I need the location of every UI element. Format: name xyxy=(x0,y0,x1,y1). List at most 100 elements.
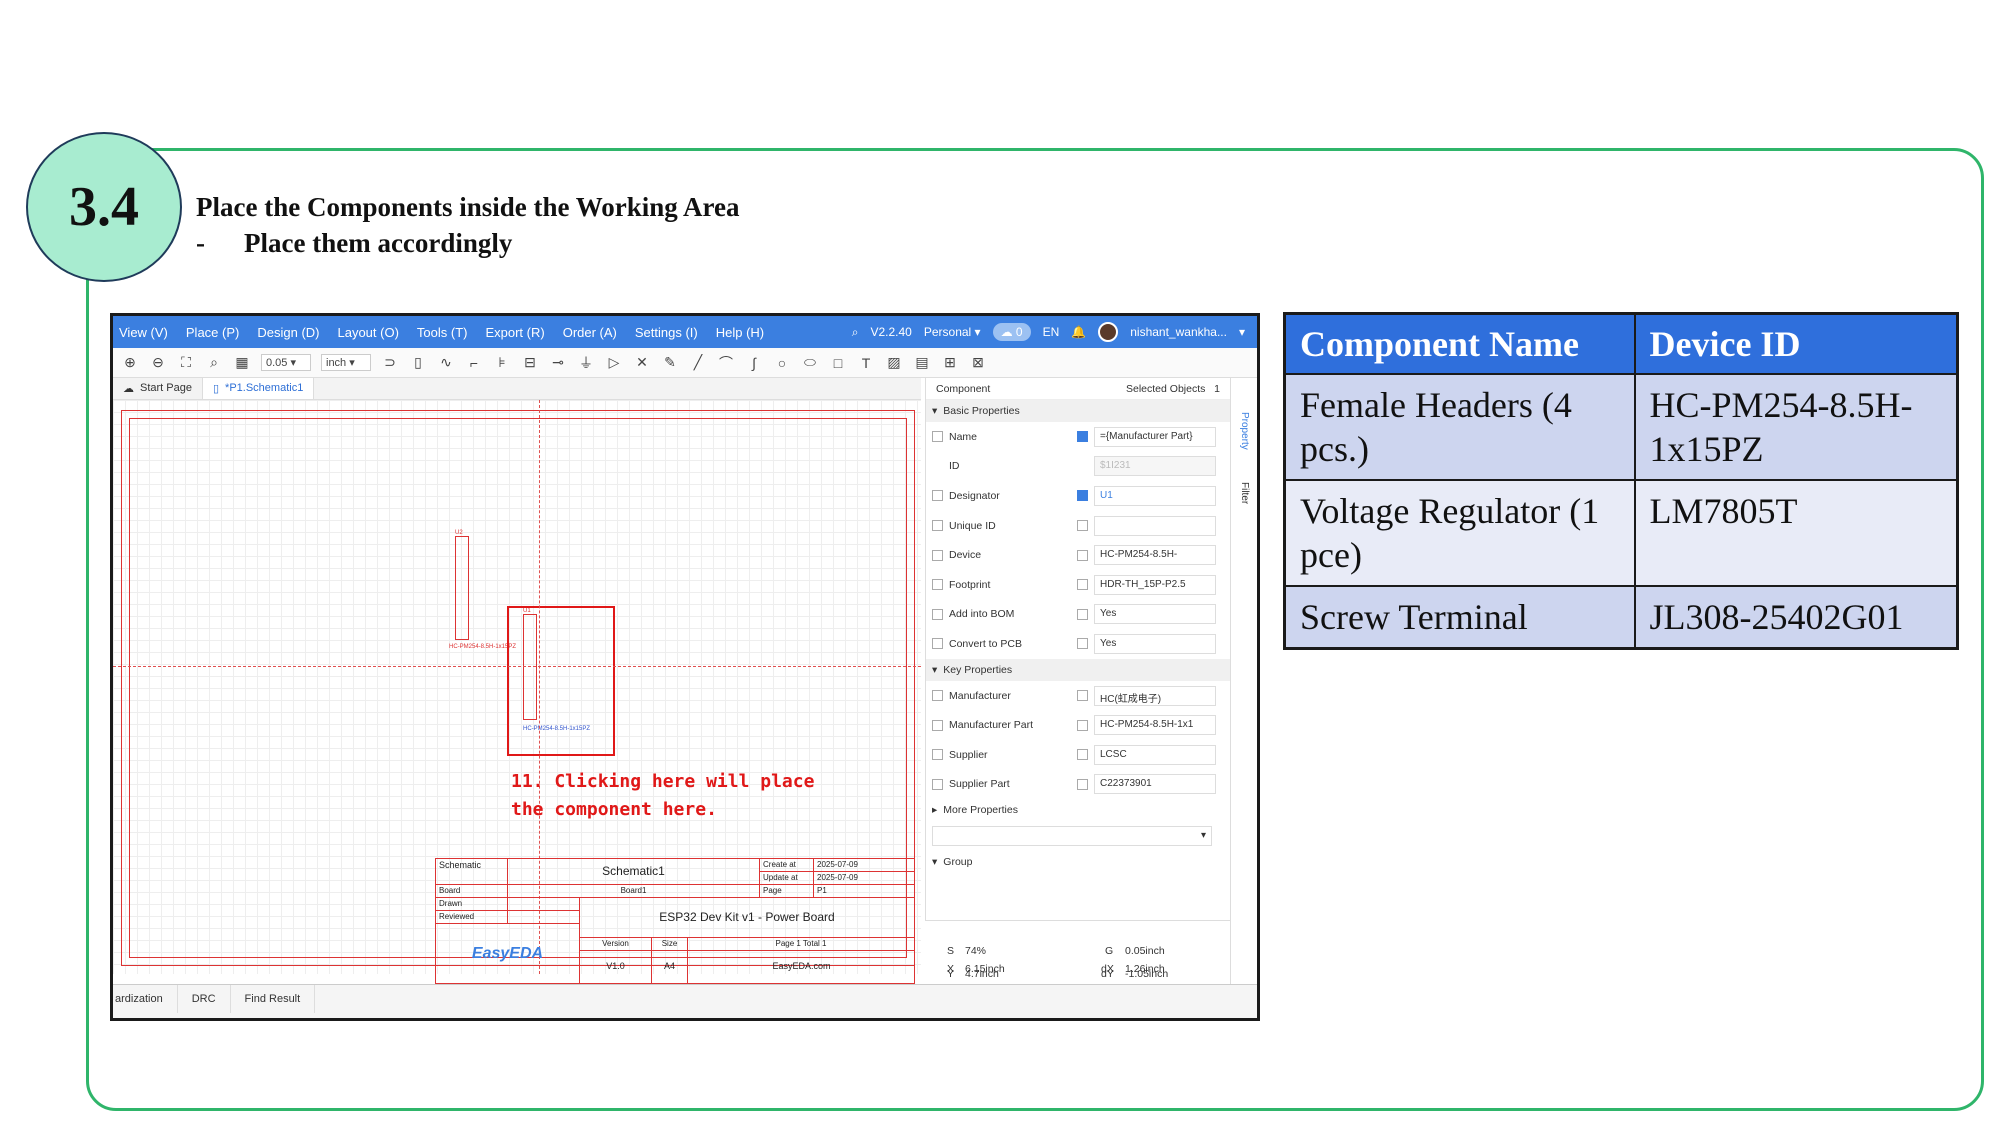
tb-create-label: Create at xyxy=(760,859,814,872)
menu-layout[interactable]: Layout (O) xyxy=(337,325,398,340)
power-icon[interactable]: ⊸ xyxy=(549,354,567,371)
wire-icon[interactable]: ∿ xyxy=(437,354,455,371)
tab-schematic[interactable]: ▯ *P1.Schematic1 xyxy=(202,378,315,399)
grid-size-select[interactable]: 0.05 ▾ xyxy=(261,354,311,371)
show-property-checkbox[interactable] xyxy=(1077,549,1088,561)
arc-icon[interactable]: ⌒ xyxy=(717,353,735,373)
menu-order[interactable]: Order (A) xyxy=(563,325,617,340)
show-property-checkbox[interactable] xyxy=(1077,719,1088,731)
property-value-field[interactable]: Yes xyxy=(1094,633,1216,654)
unit-select[interactable]: inch ▾ xyxy=(321,354,371,371)
chevron-down-icon[interactable]: ▾ xyxy=(1239,325,1245,339)
row-select-checkbox[interactable] xyxy=(932,579,943,591)
show-property-checkbox[interactable] xyxy=(1077,490,1088,502)
probe-icon[interactable]: ✎ xyxy=(661,354,679,371)
tab-standardization[interactable]: ardization xyxy=(113,985,178,1013)
snap-icon[interactable]: ⊃ xyxy=(381,354,399,371)
menu-export[interactable]: Export (R) xyxy=(485,325,544,340)
show-property-checkbox[interactable] xyxy=(1077,579,1088,591)
zoom-in-icon[interactable]: ⊕ xyxy=(121,354,139,371)
row-select-checkbox[interactable] xyxy=(932,520,943,532)
row-select-checkbox[interactable] xyxy=(932,749,943,761)
ellipse-icon[interactable]: ⬭ xyxy=(801,354,819,371)
show-property-checkbox[interactable] xyxy=(1077,778,1088,790)
row-select-checkbox[interactable] xyxy=(932,490,943,502)
avatar[interactable] xyxy=(1098,322,1119,342)
net-label-icon[interactable]: ⊧ xyxy=(493,354,511,371)
zoom-area-icon[interactable]: ⌕ xyxy=(205,354,223,371)
show-property-checkbox[interactable] xyxy=(1077,431,1088,443)
property-value-field[interactable]: HC(虹成电子) xyxy=(1094,685,1216,706)
show-property-checkbox[interactable] xyxy=(1077,690,1088,702)
bezier-icon[interactable]: ∫ xyxy=(745,355,763,371)
more-properties-select[interactable]: ▾ xyxy=(932,825,1212,846)
property-value-field[interactable]: ={Manufacturer Part} xyxy=(1094,426,1216,447)
plan-selector[interactable]: Personal ▾ xyxy=(924,325,981,339)
port-icon[interactable]: ▷ xyxy=(605,354,623,371)
net-port-icon[interactable]: ⊟ xyxy=(521,354,539,371)
property-name: Unique ID xyxy=(949,519,996,532)
placed-header-part[interactable] xyxy=(455,536,469,640)
schematic-canvas[interactable]: U2 HC-PM254-8.5H-1x15PZ U1 HC-PM254-8.5H… xyxy=(113,400,921,984)
bell-icon[interactable]: 🔔 xyxy=(1071,325,1086,339)
cloud-sync-button[interactable]: ☁ 0 xyxy=(992,323,1031,341)
row-select-checkbox[interactable] xyxy=(932,638,943,650)
grid-icon[interactable]: ▦ xyxy=(233,354,251,371)
row-select-checkbox[interactable] xyxy=(932,549,943,561)
more-properties-header[interactable]: ▸ More Properties xyxy=(926,799,1230,822)
tab-drc[interactable]: DRC xyxy=(178,985,231,1013)
bullet-dash: - xyxy=(196,228,205,258)
row-select-checkbox[interactable] xyxy=(932,719,943,731)
ground-icon[interactable]: ⏚ xyxy=(577,353,595,373)
circle-icon[interactable]: ○ xyxy=(773,355,791,371)
search-icon[interactable]: ⌕ xyxy=(852,325,859,340)
property-value-field[interactable]: HDR-TH_15P-P2.5 xyxy=(1094,574,1216,595)
tab-find-result[interactable]: Find Result xyxy=(231,985,316,1013)
property-value-field[interactable]: HC-PM254-8.5H-1x1 xyxy=(1094,715,1216,736)
show-property-checkbox[interactable] xyxy=(1077,520,1088,532)
property-value-field[interactable] xyxy=(1094,515,1216,536)
tab-start-page[interactable]: ☁ Start Page xyxy=(113,378,203,399)
text-icon[interactable]: T xyxy=(857,355,875,371)
fit-view-icon[interactable]: ⛶ xyxy=(177,354,195,371)
side-tab-property[interactable]: Property xyxy=(1239,412,1250,450)
line-icon[interactable]: ╱ xyxy=(689,354,707,371)
row-select-checkbox[interactable] xyxy=(932,431,943,443)
layout-icon[interactable]: ⊠ xyxy=(969,354,987,371)
property-value-field[interactable]: HC-PM254-8.5H- xyxy=(1094,545,1216,566)
table-row: Voltage Regulator (1 pce) LM7805T xyxy=(1283,479,1959,587)
table-icon[interactable]: ▤ xyxy=(913,354,931,371)
rectangle-icon[interactable]: □ xyxy=(829,355,847,371)
zoom-out-icon[interactable]: ⊖ xyxy=(149,354,167,371)
group-header[interactable]: ▾ Group xyxy=(926,850,1230,873)
property-value-field[interactable]: C22373901 xyxy=(1094,774,1216,795)
menu-help[interactable]: Help (H) xyxy=(716,325,764,340)
menu-settings[interactable]: Settings (I) xyxy=(635,325,698,340)
no-connect-icon[interactable]: ✕ xyxy=(633,354,651,371)
show-property-checkbox[interactable] xyxy=(1077,638,1088,650)
bus-icon[interactable]: ⌐ xyxy=(465,355,483,371)
basic-properties-header[interactable]: ▾ Basic Properties xyxy=(926,400,1230,422)
image-icon[interactable]: ▨ xyxy=(885,354,903,371)
menu-design[interactable]: Design (D) xyxy=(257,325,319,340)
tb-reviewed-label: Reviewed xyxy=(436,911,508,924)
username[interactable]: nishant_wankha... xyxy=(1130,325,1227,339)
property-value-field[interactable]: $1I231 xyxy=(1094,456,1216,477)
align-icon[interactable]: ⊞ xyxy=(941,354,959,371)
row-select-checkbox[interactable] xyxy=(932,608,943,620)
show-property-checkbox[interactable] xyxy=(1077,608,1088,620)
language-button[interactable]: EN xyxy=(1043,325,1060,339)
property-value-field[interactable]: U1 xyxy=(1094,485,1216,506)
menu-tools[interactable]: Tools (T) xyxy=(417,325,468,340)
menu-place[interactable]: Place (P) xyxy=(186,325,239,340)
menu-view[interactable]: View (V) xyxy=(119,325,168,340)
property-name: Supplier xyxy=(949,748,988,761)
side-tab-filter[interactable]: Filter xyxy=(1239,482,1250,504)
component-icon[interactable]: ▯ xyxy=(409,354,427,371)
row-select-checkbox[interactable] xyxy=(932,690,943,702)
property-value-field[interactable]: LCSC xyxy=(1094,744,1216,765)
row-select-checkbox[interactable] xyxy=(932,778,943,790)
property-value-field[interactable]: Yes xyxy=(1094,604,1216,625)
key-properties-header[interactable]: ▾ Key Properties xyxy=(926,658,1230,681)
show-property-checkbox[interactable] xyxy=(1077,749,1088,761)
